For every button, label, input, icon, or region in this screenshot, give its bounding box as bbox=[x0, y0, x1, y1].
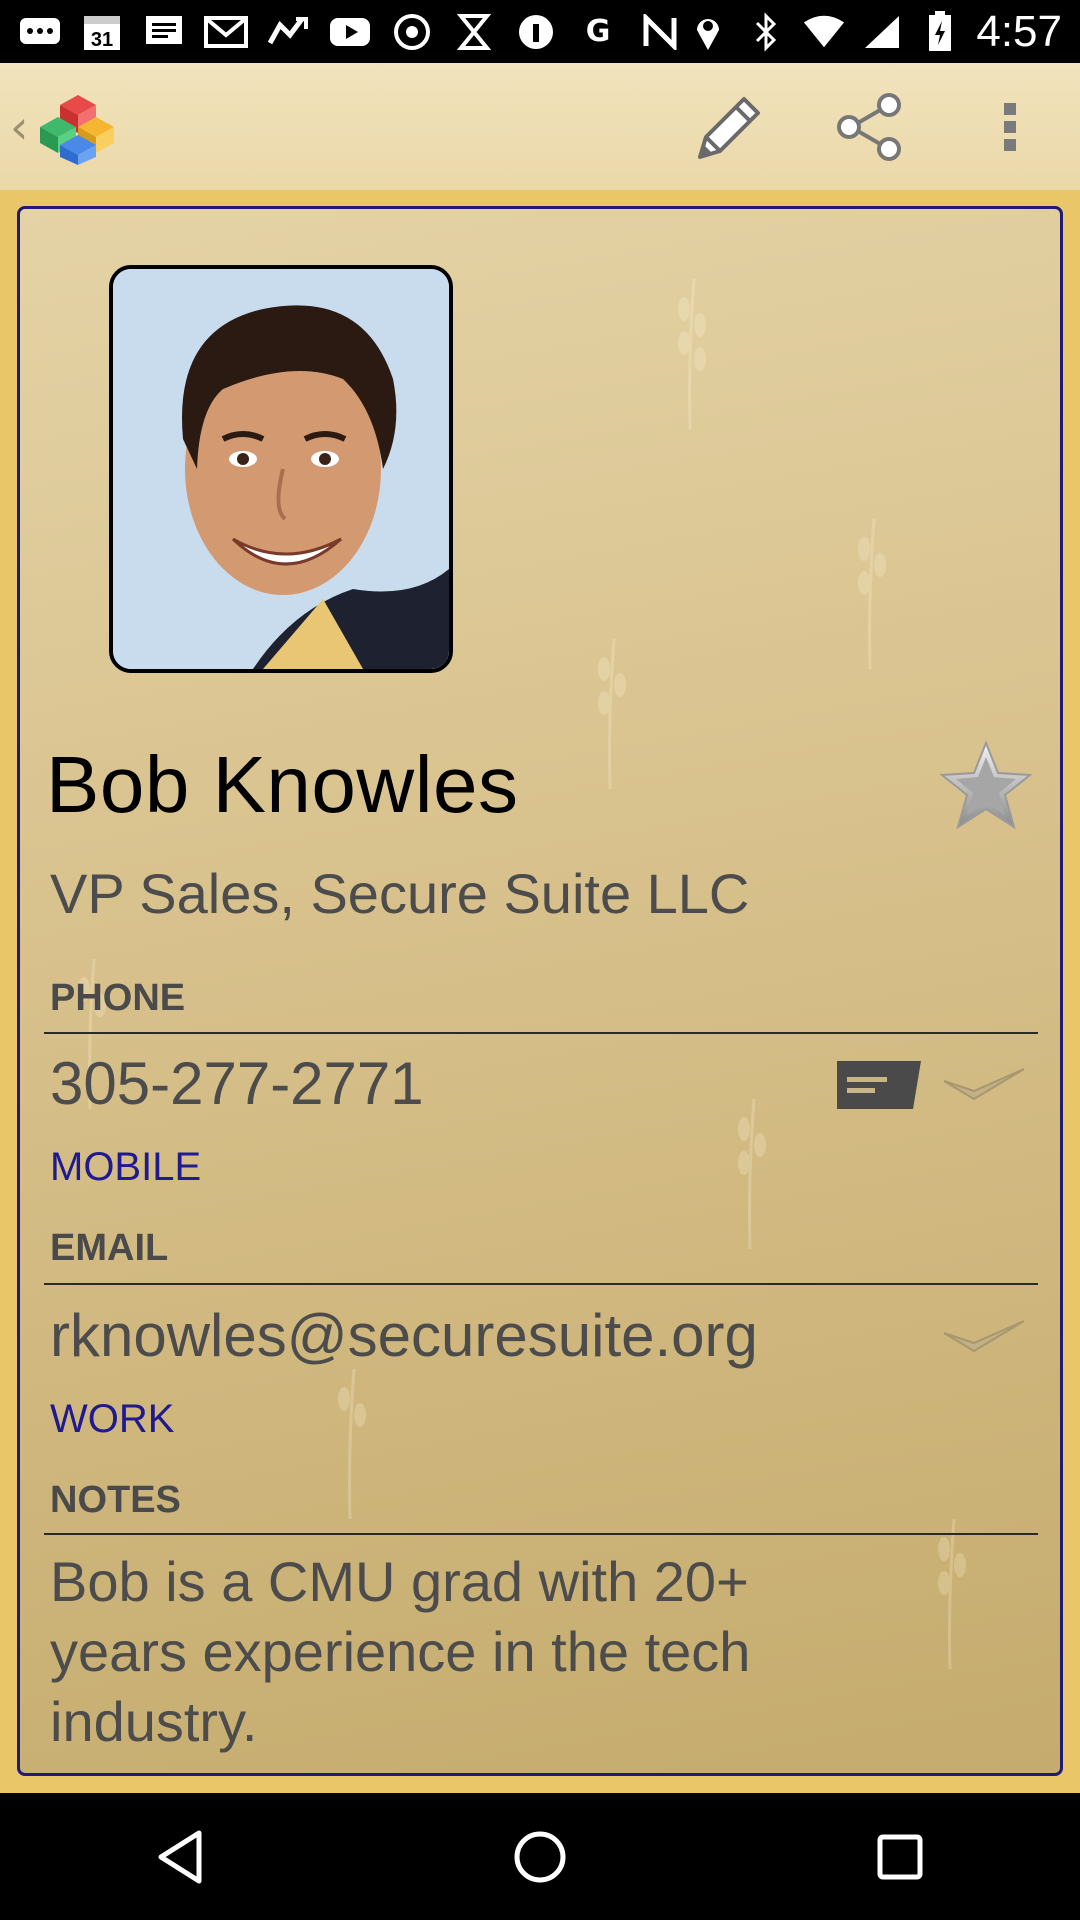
overflow-menu-icon bbox=[1004, 102, 1016, 151]
message-icon bbox=[837, 1061, 921, 1109]
phone-number[interactable]: 305-277-2771 bbox=[50, 1049, 424, 1118]
avatar bbox=[113, 269, 449, 669]
location-pin-icon bbox=[514, 12, 558, 52]
wheat-decoration bbox=[598, 638, 626, 789]
overflow-menu-button[interactable] bbox=[940, 67, 1080, 187]
phone-type-label: MOBILE bbox=[50, 1145, 202, 1189]
contact-name: Bob Knowles bbox=[46, 740, 519, 829]
phone-divider bbox=[44, 1032, 1038, 1034]
messaging-icon bbox=[18, 12, 62, 52]
email-type-label: WORK bbox=[50, 1397, 175, 1441]
checkmark-icon bbox=[943, 1320, 1025, 1353]
app-bar: ‹ bbox=[0, 63, 1080, 190]
recents-button[interactable] bbox=[840, 1807, 960, 1907]
home-button[interactable] bbox=[480, 1807, 600, 1907]
email-select-checkmark[interactable] bbox=[940, 1313, 1028, 1364]
edit-icon bbox=[698, 96, 760, 159]
bluetooth-icon bbox=[744, 11, 788, 52]
recents-square-icon bbox=[877, 1834, 923, 1879]
nfc-icon bbox=[638, 12, 682, 52]
email-divider bbox=[44, 1283, 1038, 1285]
phone-section-label: PHONE bbox=[50, 977, 186, 1019]
google-icon: G bbox=[585, 14, 611, 49]
gmail-icon bbox=[204, 12, 248, 52]
checkmark-icon bbox=[943, 1068, 1025, 1101]
edit-button[interactable] bbox=[660, 67, 800, 187]
cubes-logo-icon bbox=[40, 94, 114, 165]
notes-icon bbox=[142, 12, 186, 52]
wheat-decoration bbox=[738, 1098, 766, 1249]
signal-icon bbox=[860, 12, 904, 52]
maps-icon bbox=[266, 12, 310, 52]
calendar-day: 31 bbox=[91, 29, 113, 51]
home-circle-icon bbox=[514, 1831, 566, 1882]
sync-icon bbox=[390, 12, 434, 52]
back-chevron-icon[interactable]: ‹ bbox=[10, 100, 34, 154]
wheat-decoration bbox=[338, 1368, 366, 1519]
wheat-decoration bbox=[678, 278, 706, 429]
share-button[interactable] bbox=[800, 67, 940, 187]
status-bar: 31 G 4:57 bbox=[0, 0, 1080, 63]
share-icon bbox=[837, 92, 901, 161]
wheat-decoration bbox=[858, 518, 886, 669]
email-section-label: EMAIL bbox=[50, 1227, 169, 1269]
location-icon bbox=[686, 12, 730, 52]
back-triangle-icon bbox=[158, 1830, 202, 1883]
youtube-icon bbox=[328, 12, 372, 52]
calendar-icon: 31 bbox=[80, 12, 124, 52]
back-button[interactable] bbox=[120, 1807, 240, 1907]
navigation-bar bbox=[0, 1793, 1080, 1920]
send-sms-button[interactable] bbox=[835, 1057, 923, 1118]
battery-icon bbox=[918, 10, 962, 52]
app-logo[interactable] bbox=[38, 87, 118, 167]
star-icon bbox=[939, 740, 1033, 830]
phone-select-checkmark[interactable] bbox=[940, 1061, 1028, 1112]
favorite-star-button[interactable] bbox=[938, 739, 1034, 835]
contact-title-company: VP Sales, Secure Suite LLC bbox=[50, 862, 750, 925]
notes-divider bbox=[44, 1533, 1038, 1535]
clock: 4:57 bbox=[976, 6, 1062, 56]
contact-photo[interactable] bbox=[109, 265, 453, 673]
contact-card: Bob Knowles VP Sales, Secure Suite LLC P… bbox=[17, 206, 1063, 1776]
notes-text: Bob is a CMU grad with 20+ years experie… bbox=[50, 1550, 751, 1753]
wifi-icon bbox=[802, 12, 846, 52]
email-address[interactable]: rknowles@securesuite.org bbox=[50, 1301, 758, 1370]
notes-section-label: NOTES bbox=[50, 1479, 181, 1521]
hourglass-icon bbox=[452, 12, 496, 52]
